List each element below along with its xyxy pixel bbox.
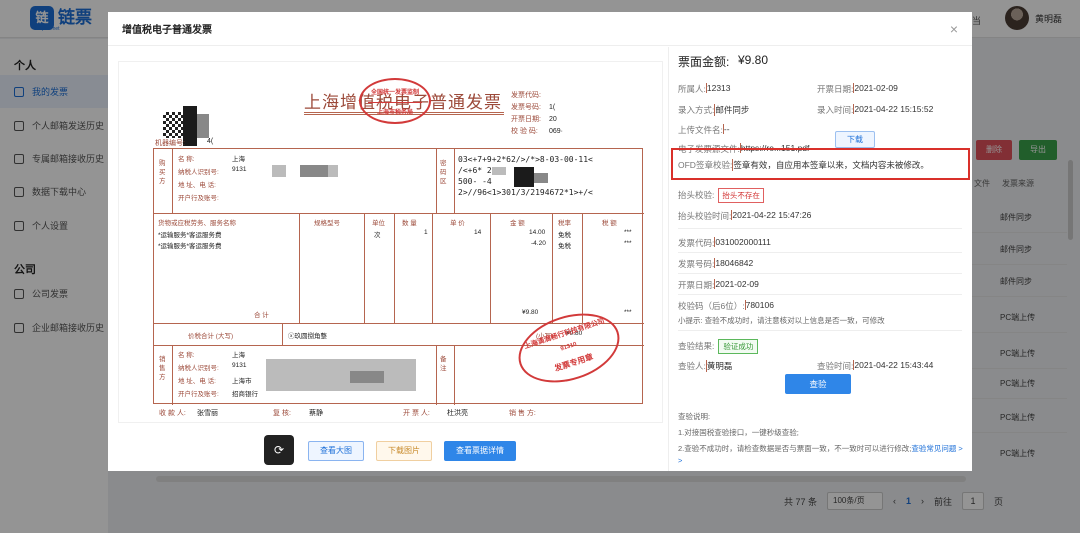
verify-result-row: 查验结果: 验证成功 [678,339,759,354]
title-check-row: 抬头校验: 抬头不存在 [678,188,764,203]
invoice-meta-labels: 发票代码: 发票号码: 开票日期: 校 验 码: [511,92,541,135]
machine-number-label: 机器编号: [155,140,185,147]
invoice-number-row: 发票号码: 18046842 [678,258,754,269]
upload-file-row: 上传文件名: -- [678,124,730,135]
seller-side-label: 销售方 [159,356,166,381]
entry-method-row: 录入方式: 邮件同步 [678,104,750,116]
verify-result-badge: 验证成功 [718,339,759,354]
entry-time-row: 录入时间: 2021-04-22 15:15:52 [817,104,934,115]
subtotal-amount: ¥9.80 [522,309,539,316]
issue-date-row: 开票日期: 2021-02-09 [817,83,898,94]
title-check-time-row: 抬头校验时间: 2021-04-22 15:47:26 [678,210,812,221]
view-details-button[interactable]: 查看票据详情 [444,441,516,461]
reviewer: 蔡静 [309,410,323,417]
payee: 张雪丽 [197,410,218,417]
buyer-name: 上海 [232,156,245,163]
seller-bank: 招商银行 [232,391,258,398]
explain-title: 查验说明: [678,412,711,421]
goods-row-name: *运输服务*客运服务费 [158,243,222,250]
verify-button[interactable]: 查验 [785,374,851,394]
modal-title: 增值税电子普通发票 [122,25,212,36]
subtotal-tax: *** [624,309,632,316]
seller-address: 上海市 [232,378,252,385]
explain-item-1: 1.对接国税查验接口，一键秒级查验; [678,428,799,437]
rotate-icon[interactable]: ⟳ [264,435,294,465]
redacted-mosaic [183,106,197,146]
redacted-mosaic [197,114,209,138]
invoice-meta-values: 1( 20 069· [549,104,564,135]
invoice-modal: 增值税电子普通发票 × 上海增值税电子普通发票 全国统一发票监制 上海市税务局 … [108,12,972,471]
invoice-preview: 上海增值税电子普通发票 全国统一发票监制 上海市税务局 发票代码: 发票号码: … [108,47,668,471]
title-check-badge: 抬头不存在 [718,188,764,203]
preview-toolbar: ⟳ 查看大图 下载图片 查看票据详情 [108,432,668,466]
remark-label: 备注 [440,356,447,372]
divider [678,273,962,274]
divider [678,330,962,331]
goods-row-name: *运输服务*客运服务费 [158,232,222,239]
invoice-image: 上海增值税电子普通发票 全国统一发票监制 上海市税务局 发票代码: 发票号码: … [118,61,663,423]
divider [678,294,962,295]
machine-number-value: 4( [207,138,214,145]
buyer-tax-id: 9131 [232,166,247,173]
divider [678,252,962,253]
ofd-check-row: OFD签章校验: 签章有效，自应用本签章以来，文档内容未被修改。 [678,159,929,171]
view-large-button[interactable]: 查看大图 [308,441,364,461]
subtotal-label: 合 计 [254,312,269,319]
checker-row: 查验人: 黄明磊 [678,360,733,372]
check-code-row: 校验码（后6位）: 780106 [678,300,774,311]
drawer: 杜洪亮 [447,410,468,417]
cipher-area-label: 密码区 [440,160,447,185]
buyer-side-label: 购买方 [159,160,166,185]
amount-label: 票面金额: [678,55,730,69]
amount-value: ¥9.80 [738,53,769,67]
seller-name: 上海 [232,352,245,359]
modal-header: 增值税电子普通发票 × [108,12,972,46]
owner-row: 所属人: 12313 [678,83,731,94]
invoice-code-row: 发票代码: 031002000111 [678,237,771,248]
seller-tax-id: 9131 [232,362,247,369]
explain-item-2: 2.查验不成功时，请检查数据是否与票面一致，不一致时可以进行修改;查验常见问题 … [678,444,963,465]
close-icon[interactable]: × [950,21,958,37]
tax-bureau-stamp: 全国统一发票监制 上海市税务局 [359,78,431,124]
tip-text: 小提示: 查验不成功时，请注意核对以上信息是否一致，可修改 [678,316,885,325]
divider [678,228,962,229]
total-label: 价税合计 (大写) [188,333,234,340]
invoice-detail-panel: 票面金额: ¥9.80 所属人: 12313 开票日期: 2021-02-09 … [668,47,972,471]
verify-time-row: 查验时间: 2021-04-22 15:43:44 [817,360,934,371]
total-in-words: ⓧ玖圆捌角整 [288,333,327,340]
download-image-button[interactable]: 下载图片 [376,441,432,461]
download-source-button[interactable]: 下载 [835,131,875,148]
issue-date2-row: 开票日期: 2021-02-09 [678,279,759,290]
